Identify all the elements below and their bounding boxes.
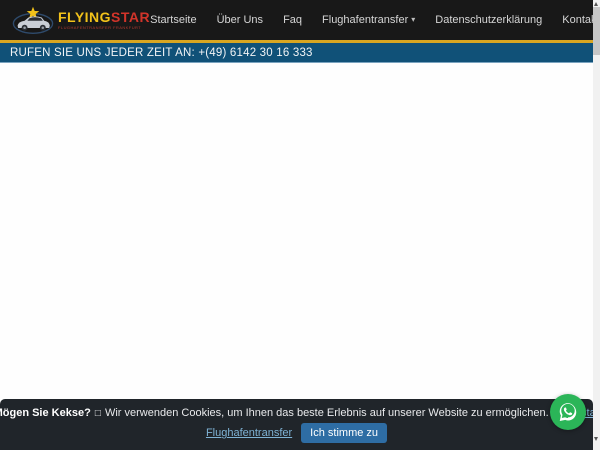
cookie-message: Mögen Sie Kekse? □ Wir verwenden Cookies… — [0, 406, 599, 421]
cookie-actions: Flughafentransfer Ich stimme zu — [206, 423, 387, 443]
phone-bar-text: RUFEN SIE UNS JEDER ZEIT AN: +(49) 6142 … — [10, 47, 313, 59]
scrollbar-up-arrow-icon[interactable] — [594, 2, 598, 6]
logo-text: FLYINGSTAR FLUGHAFENTRANSFER FRANKFURT — [58, 10, 150, 30]
cookie-emoji-icon: □ — [94, 408, 102, 419]
cookie-accept-button[interactable]: Ich stimme zu — [301, 423, 387, 443]
site-logo[interactable]: FLYINGSTAR FLUGHAFENTRANSFER FRANKFURT — [12, 5, 150, 35]
nav-datenschutzerklaerung[interactable]: Datenschutzerklärung — [435, 14, 542, 26]
cookie-consent-bar: Mögen Sie Kekse? □ Wir verwenden Cookies… — [0, 399, 593, 450]
scrollbar-thumb[interactable] — [593, 7, 600, 55]
logo-title-part2: STAR — [111, 9, 150, 25]
whatsapp-icon — [557, 401, 579, 423]
whatsapp-button[interactable] — [550, 394, 586, 430]
nav-flughafentransfer[interactable]: Flughafentransfer ▾ — [322, 14, 415, 26]
cookie-question: Mögen Sie Kekse? — [0, 407, 91, 419]
cookie-message-text: Wir verwenden Cookies, um Ihnen das best… — [105, 407, 549, 419]
phone-bar: RUFEN SIE UNS JEDER ZEIT AN: +(49) 6142 … — [0, 43, 593, 63]
main-content — [0, 64, 593, 399]
scrollbar-down-arrow-icon[interactable] — [594, 437, 598, 441]
logo-title-part1: FLYING — [58, 9, 111, 25]
site-header: FLYINGSTAR FLUGHAFENTRANSFER FRANKFURT S… — [0, 0, 593, 40]
chevron-down-icon: ▾ — [411, 16, 415, 24]
page: FLYINGSTAR FLUGHAFENTRANSFER FRANKFURT S… — [0, 0, 600, 450]
car-star-logo-icon — [12, 5, 54, 35]
nav-faq[interactable]: Faq — [283, 14, 302, 26]
nav-ueber-uns[interactable]: Über Uns — [217, 14, 263, 26]
vertical-scrollbar[interactable] — [593, 0, 600, 450]
nav-startseite[interactable]: Startseite — [150, 14, 196, 26]
main-nav: Startseite Über Uns Faq Flughafentransfe… — [150, 14, 600, 26]
logo-tagline: FLUGHAFENTRANSFER FRANKFURT — [58, 26, 150, 30]
logo-title: FLYINGSTAR — [58, 10, 150, 24]
nav-flughafentransfer-label: Flughafentransfer — [322, 14, 408, 26]
cookie-link-flughafentransfer[interactable]: Flughafentransfer — [206, 427, 292, 439]
